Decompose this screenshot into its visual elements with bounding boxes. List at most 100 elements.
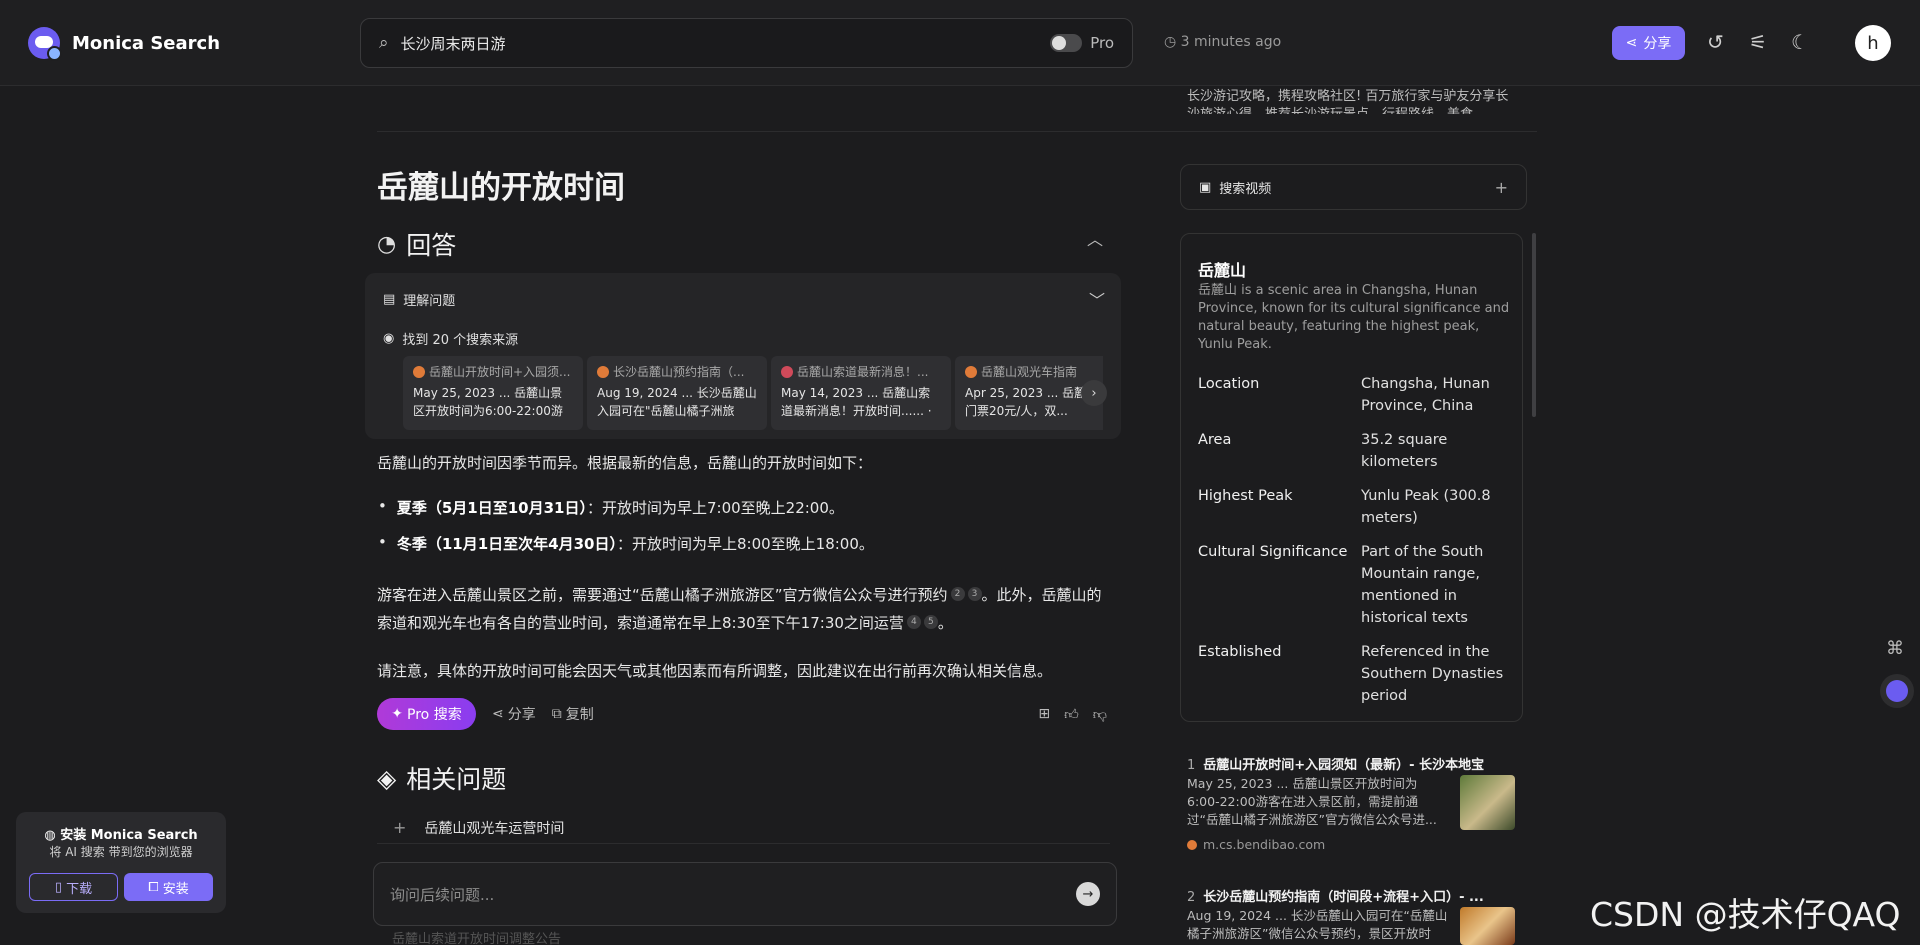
watermark: CSDN @技术仔QAQ <box>1590 895 1901 934</box>
result-title[interactable]: 1 岳麓山开放时间+入园须知（最新）- 长沙本地宝 <box>1187 754 1517 773</box>
result-title[interactable]: 2 长沙岳麓山预约指南（时间段+流程+入口）- ... <box>1187 886 1517 905</box>
top-header: Monica Search ⌕ 长沙周末两日游 Pro ◷ 3 minutes … <box>0 0 1920 86</box>
install-subtitle: 将 AI 搜索 带到您的浏览器 <box>49 845 193 859</box>
result-thumbnail <box>1460 907 1515 945</box>
search-video-button[interactable]: ▣ 搜索视频 + <box>1180 164 1527 210</box>
knowledge-row: Cultural Significance Part of the South … <box>1198 544 1484 626</box>
knowledge-row: Established Referenced in the Southern D… <box>1198 644 1504 704</box>
install-extension-popup: ◍ 安装 Monica Search 将 AI 搜索 带到您的浏览器 ▯ 下载 ⧠… <box>16 812 226 913</box>
related-questions-heading: ◈ 相关问题 <box>377 763 507 795</box>
pro-toggle[interactable] <box>1050 34 1083 52</box>
answer-heading: ◔ 回答 <box>377 231 457 260</box>
sparkle-icon: ✦ <box>391 706 404 722</box>
dark-mode-moon-icon[interactable]: ☾ <box>1791 30 1809 54</box>
video-icon: ▣ <box>1199 179 1212 195</box>
share-icon: ⋖ <box>1625 35 1638 51</box>
search-query[interactable]: 长沙周末两日游 <box>401 33 1051 54</box>
knowledge-row: Location Changsha, Hunan Province, China <box>1198 376 1490 414</box>
phone-icon: ▯ <box>54 879 63 895</box>
source-cards-strip: 岳麓山开放时间+入园须... May 25, 2023 ... 岳麓山景区开放时… <box>403 356 1103 430</box>
feedback-actions: ⊞ 👍︎ 👎︎ <box>1038 706 1107 723</box>
search-icon: ⌕ <box>379 33 389 53</box>
knowledge-row: Highest Peak Yunlu Peak (300.8 meters) <box>1198 488 1491 526</box>
copy-icon: ⧉ <box>551 706 562 722</box>
result-snippet-partial: 长沙游记攻略，携程攻略社区! 百万旅行家与驴友分享长沙旅游心得，推荐长沙游玩景点… <box>1187 89 1509 114</box>
location-pin-icon: ◉ <box>383 331 395 346</box>
answer-bullet: • 冬季（11月1日至次年4月30日）：开放时间为早上8:00至晚上18:00。 <box>378 533 874 553</box>
document-icon: ▤ <box>383 292 396 307</box>
knowledge-title: 岳麓山 <box>1198 261 1247 280</box>
share-icon: ⋖ <box>492 706 504 722</box>
site-favicon-icon <box>965 365 977 378</box>
knowledge-row: Area 35.2 square kilometers <box>1198 432 1448 470</box>
next-sources-button[interactable]: › <box>1081 380 1107 406</box>
copy-answer-button[interactable]: ⧉ 复制 <box>552 704 594 724</box>
knowledge-panel: 岳麓山 岳麓山 is a scenic area in Changsha, Hu… <box>1180 233 1523 722</box>
monica-logo-icon <box>28 27 62 61</box>
chrome-icon: ◍ <box>44 828 56 843</box>
clock-icon: ◷ <box>1164 34 1177 50</box>
search-result-item[interactable]: 2 长沙岳麓山预约指南（时间段+流程+入口）- ... Aug 19, 2024 … <box>1187 886 1517 945</box>
page-title: 岳麓山的开放时间 <box>377 170 625 206</box>
citation-badge[interactable]: 4 <box>906 615 921 629</box>
answer-note: 请注意，具体的开放时间可能会因天气或其他因素而有所调整，因此建议在出行前再次确认… <box>377 662 1053 680</box>
collapse-answer-icon[interactable]: ︿ <box>1087 226 1103 250</box>
site-favicon-icon <box>597 365 609 378</box>
site-favicon-icon <box>413 365 425 378</box>
section-divider <box>377 131 1537 132</box>
site-favicon-icon <box>1187 839 1197 850</box>
search-bar[interactable]: ⌕ 长沙周末两日游 Pro <box>360 18 1133 68</box>
follow-up-input[interactable]: 询问后续问题... → <box>373 862 1117 926</box>
share-answer-button[interactable]: ⋖ 分享 <box>492 704 536 724</box>
chevron-down-icon[interactable]: ﹀ <box>1089 287 1105 311</box>
pro-toggle-label: Pro <box>1090 34 1114 52</box>
thumbs-up-icon[interactable]: 👍︎ <box>1064 706 1079 723</box>
share-button[interactable]: ⋖ 分享 <box>1612 26 1685 60</box>
result-thumbnail <box>1460 775 1515 830</box>
source-card[interactable]: 岳麓山索道最新消息！... May 14, 2023 ... 岳麓山索道最新消息… <box>771 356 951 430</box>
ai-answer-icon: ◔ <box>377 231 397 257</box>
site-favicon-icon <box>781 365 793 378</box>
install-button[interactable]: ⧠ 安装 <box>124 873 213 901</box>
follow-up-placeholder[interactable]: 询问后续问题... <box>390 884 1076 905</box>
thumbs-down-icon[interactable]: 👎︎ <box>1093 706 1107 723</box>
answer-paragraph: 游客在进入岳麓山景区之前，需要通过“岳麓山橘子洲旅游区”官方微信公众号进行预约 2… <box>377 586 1102 632</box>
settings-sliders-icon[interactable]: ⚟ <box>1749 30 1767 54</box>
layers-icon: ◈ <box>377 763 397 793</box>
result-source: m.cs.bendibao.com <box>1187 837 1325 852</box>
monica-logo-icon <box>1886 680 1908 702</box>
search-result-item[interactable]: 1 岳麓山开放时间+入园须知（最新）- 长沙本地宝 May 25, 2023 ..… <box>1187 754 1517 854</box>
download-button[interactable]: ▯ 下载 <box>29 873 118 901</box>
install-title: ◍ 安装 Monica Search <box>44 828 198 843</box>
citation-badge[interactable]: 5 <box>923 615 938 629</box>
related-question-item[interactable]: + 岳麓山观光车运营时间 <box>377 812 1110 844</box>
answer-bullet: • 夏季（5月1日至10月31日）：开放时间为早上7:00至晚上22:00。 <box>378 497 844 517</box>
citation-badge[interactable]: 2 <box>950 587 965 601</box>
answer-intro: 岳麓山的开放时间因季节而异。根据最新的信息，岳麓山的开放时间如下： <box>377 454 873 472</box>
citation-badge[interactable]: 3 <box>967 587 982 601</box>
plus-icon: + <box>1494 177 1508 197</box>
chevron-right-icon: › <box>1091 385 1097 401</box>
related-question-item-obscured: 岳麓山索道开放时间调整公告 <box>392 932 562 945</box>
history-icon[interactable]: ↺ <box>1707 30 1724 54</box>
bookmark-icon[interactable]: ⊞ <box>1038 706 1050 723</box>
knowledge-description: 岳麓山 is a scenic area in Changsha, Hunan … <box>1198 283 1510 352</box>
puzzle-icon: ⧠ <box>148 879 159 895</box>
app-logo[interactable]: Monica Search <box>28 27 221 61</box>
source-card[interactable]: 长沙岳麓山预约指南（... Aug 19, 2024 ... 长沙岳麓山入园可在… <box>587 356 767 430</box>
search-process-card: ▤ 理解问题 ﹀ ◉ 找到 20 个搜索来源 岳麓山开放时间+入园须... Ma… <box>365 273 1121 439</box>
translate-widget-icon[interactable]: ⌘ <box>1886 638 1904 659</box>
monica-sidebar-button[interactable] <box>1880 674 1914 708</box>
scrollbar-thumb[interactable] <box>1532 233 1536 417</box>
search-timestamp: ◷ 3 minutes ago <box>1164 34 1282 50</box>
understand-question-row[interactable]: ▤ 理解问题 <box>383 290 455 309</box>
pro-search-button[interactable]: ✦ Pro 搜索 <box>377 698 476 730</box>
plus-icon: + <box>393 818 407 837</box>
app-name: Monica Search <box>72 32 221 54</box>
result-snippet: May 25, 2023 ... 岳麓山景区开放时间为6:00-22:00游客在… <box>1187 776 1437 827</box>
result-snippet: Aug 19, 2024 ... 长沙岳麓山入园可在“岳麓山橘子洲旅游区”微信公… <box>1187 908 1448 941</box>
send-arrow-icon[interactable]: → <box>1076 882 1100 906</box>
user-avatar[interactable]: h <box>1855 25 1891 61</box>
source-card[interactable]: 岳麓山开放时间+入园须... May 25, 2023 ... 岳麓山景区开放时… <box>403 356 583 430</box>
answer-actions: ✦ Pro 搜索 ⋖ 分享 ⧉ 复制 ⊞ 👍︎ 👎︎ <box>377 698 1107 730</box>
